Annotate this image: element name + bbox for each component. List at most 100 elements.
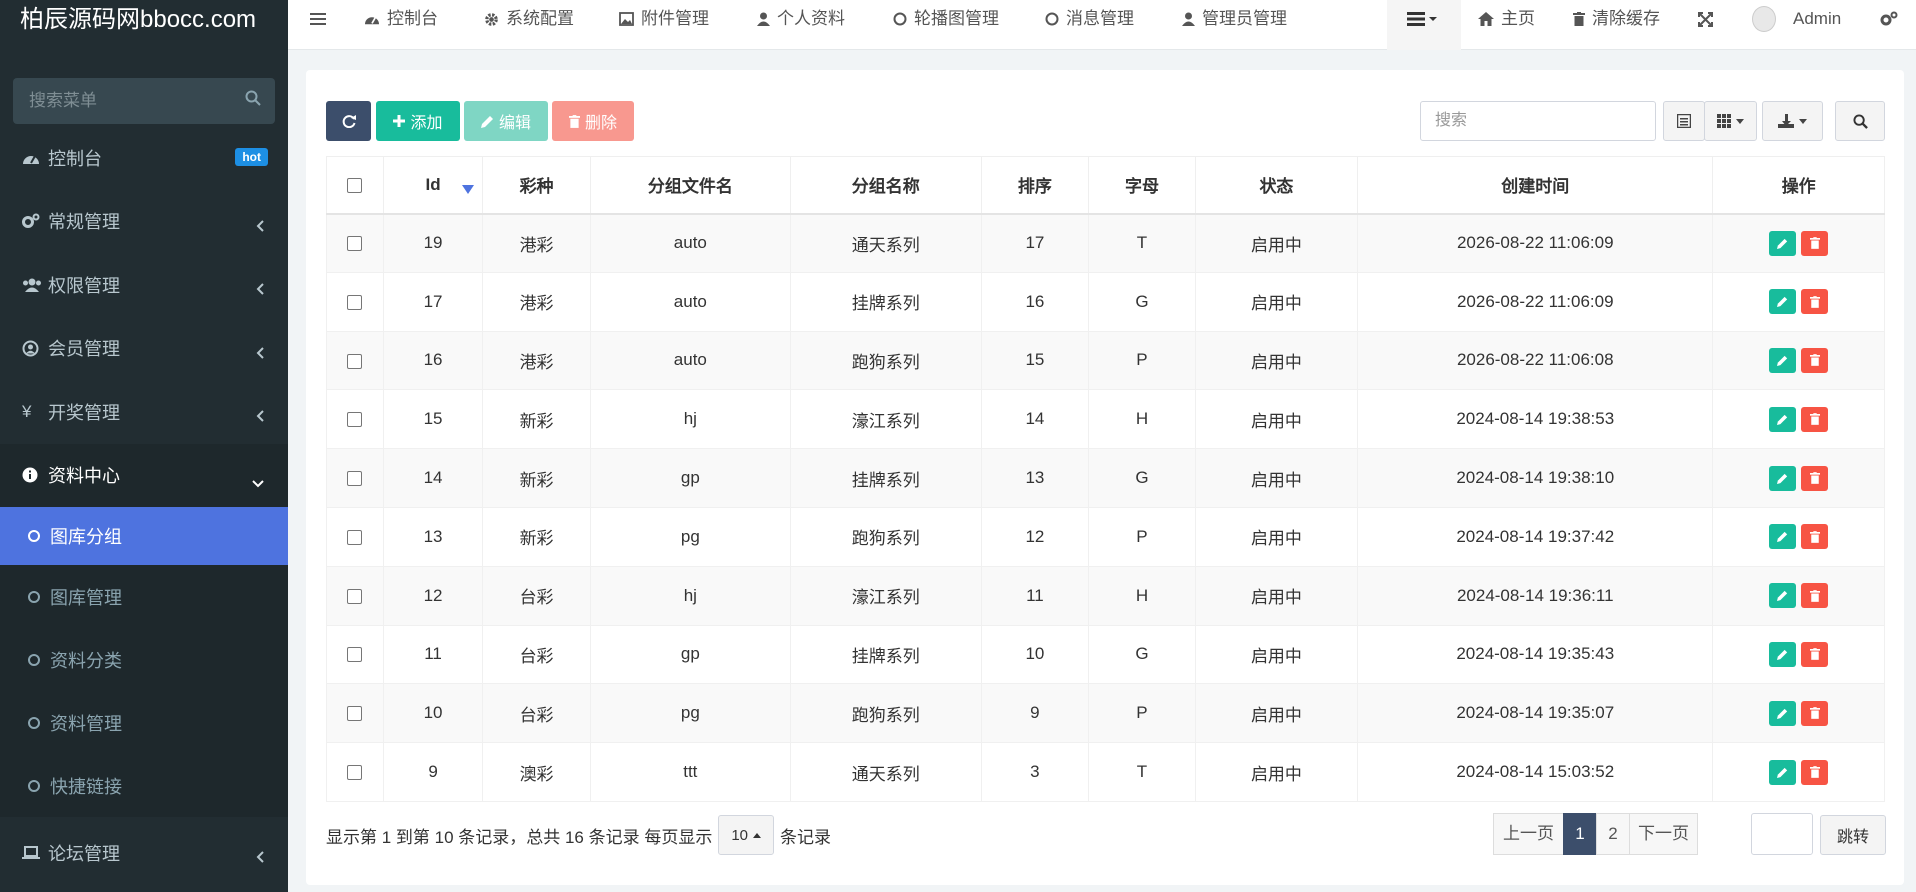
row-delete-button[interactable] (1801, 347, 1829, 373)
table-row[interactable]: 15 新彩 hj 濠江系列 14 H 启用中 2024-08-14 19:38:53 (326, 389, 1885, 450)
row-edit-button[interactable] (1769, 465, 1797, 491)
admin-menu[interactable]: Admin (1752, 0, 1841, 38)
row-checkbox[interactable] (347, 294, 363, 310)
column-header-name[interactable]: 分组名称 (789, 156, 982, 215)
row-checkbox[interactable] (347, 706, 363, 722)
row-edit-button[interactable] (1769, 641, 1797, 667)
file-cell: auto (589, 330, 791, 391)
row-delete-button[interactable] (1801, 700, 1829, 726)
row-checkbox[interactable] (347, 471, 363, 487)
row-checkbox[interactable] (347, 765, 363, 781)
prev-page-button[interactable]: 上一页 (1493, 813, 1564, 855)
lottery-cell: 澳彩 (482, 742, 591, 802)
row-edit-button[interactable] (1769, 700, 1797, 726)
search-icon[interactable] (245, 90, 261, 111)
page-size-dropdown[interactable]: 10 (718, 815, 775, 855)
sidebar-toggle-button[interactable] (310, 0, 326, 38)
sidebar-item-permissions[interactable]: 权限管理 (0, 253, 288, 317)
tab-admins[interactable]: 管理员管理 (1182, 0, 1287, 38)
table-row[interactable]: 10 台彩 pg 跑狗系列 9 P 启用中 2024-08-14 19:35:07 (326, 683, 1885, 744)
home-link[interactable]: 主页 (1478, 0, 1535, 38)
tab-attachments[interactable]: 附件管理 (619, 0, 709, 38)
row-delete-button[interactable] (1801, 406, 1829, 432)
settings-button[interactable] (1880, 0, 1898, 38)
jump-page-input[interactable] (1751, 813, 1813, 855)
row-edit-button[interactable] (1769, 230, 1797, 256)
next-page-button[interactable]: 下一页 (1629, 813, 1698, 855)
table-search-input[interactable] (1420, 101, 1656, 141)
column-header-file[interactable]: 分组文件名 (589, 156, 791, 215)
sidebar-item-dashboard[interactable]: 控制台 hot (0, 126, 288, 190)
sidebar-item-general[interactable]: 常规管理 (0, 190, 288, 254)
row-checkbox[interactable] (347, 529, 363, 545)
row-delete-button[interactable] (1801, 583, 1829, 609)
menu-search-input[interactable] (13, 78, 275, 124)
column-header-created[interactable]: 创建时间 (1357, 156, 1714, 215)
delete-button[interactable]: 删除 (552, 101, 634, 141)
actions-cell (1712, 624, 1885, 685)
trash-icon (1809, 413, 1820, 426)
table-row[interactable]: 17 港彩 auto 挂牌系列 16 G 启用中 2026-08-22 11:06:09 (326, 271, 1885, 332)
table-row[interactable]: 9 澳彩 ttt 通天系列 3 T 启用中 2024-08-14 15:03:52 (326, 742, 1885, 802)
row-edit-button[interactable] (1769, 406, 1797, 432)
row-edit-button[interactable] (1769, 583, 1797, 609)
table-row[interactable]: 14 新彩 gp 挂牌系列 13 G 启用中 2024-08-14 19:38:10 (326, 448, 1885, 508)
multi-tab-toggle-button[interactable] (1387, 0, 1461, 50)
table-row[interactable]: 12 台彩 hj 濠江系列 11 H 启用中 2024-08-14 19:36:11 (326, 565, 1885, 626)
row-delete-button[interactable] (1801, 641, 1829, 667)
row-edit-button[interactable] (1769, 289, 1797, 315)
row-edit-button[interactable] (1769, 347, 1797, 373)
select-all-checkbox[interactable] (347, 177, 363, 193)
column-header-sort[interactable]: 排序 (980, 156, 1090, 215)
row-delete-button[interactable] (1801, 230, 1829, 256)
chevron-left-icon (256, 343, 264, 364)
sidebar-item-members[interactable]: 会员管理 (0, 317, 288, 381)
app-logo[interactable]: 柏辰源码网bbocc.com (0, 0, 288, 40)
search-toggle-button[interactable] (1835, 101, 1885, 141)
tab-system-config[interactable]: 系统配置 (484, 0, 574, 38)
column-header-letter[interactable]: 字母 (1088, 156, 1196, 215)
row-edit-button[interactable] (1769, 524, 1797, 550)
sidebar-item-forum[interactable]: 论坛管理 (0, 821, 288, 885)
sidebar-subitem-data-manage[interactable]: 资料管理 (0, 691, 288, 754)
row-delete-button[interactable] (1801, 465, 1829, 491)
row-checkbox[interactable] (347, 647, 363, 663)
row-delete-button[interactable] (1801, 289, 1829, 315)
page-1-button[interactable]: 1 (1563, 813, 1597, 855)
row-delete-button[interactable] (1801, 759, 1829, 785)
toggle-view-button[interactable] (1663, 101, 1705, 141)
column-header-id[interactable]: Id (382, 156, 484, 215)
sidebar-subitem-gallery-groups[interactable]: 图库分组 (0, 507, 288, 565)
export-button[interactable] (1762, 101, 1823, 141)
tab-dashboard[interactable]: 控制台 (364, 0, 438, 38)
sidebar-subitem-quick-links[interactable]: 快捷链接 (0, 754, 288, 817)
table-row[interactable]: 19 港彩 auto 通天系列 17 T 启用中 2026-08-22 11:06:09 (326, 213, 1885, 273)
edit-button[interactable]: 编辑 (464, 101, 548, 141)
row-edit-button[interactable] (1769, 759, 1797, 785)
row-checkbox[interactable] (347, 236, 363, 252)
jump-button[interactable]: 跳转 (1820, 815, 1886, 855)
add-button[interactable]: 添加 (376, 101, 460, 141)
table-row[interactable]: 16 港彩 auto 跑狗系列 15 P 启用中 2026-08-22 11:06:08 (326, 330, 1885, 391)
tab-messages[interactable]: 消息管理 (1045, 0, 1134, 38)
clear-cache-button[interactable]: 清除缓存 (1573, 0, 1660, 38)
row-delete-button[interactable] (1801, 524, 1829, 550)
tab-profile[interactable]: 个人资料 (757, 0, 845, 38)
table-row[interactable]: 13 新彩 pg 跑狗系列 12 P 启用中 2024-08-14 19:37:42 (326, 506, 1885, 567)
tab-banner[interactable]: 轮播图管理 (893, 0, 999, 38)
column-header-status[interactable]: 状态 (1194, 156, 1359, 215)
row-checkbox[interactable] (347, 412, 363, 428)
columns-button[interactable] (1704, 101, 1757, 141)
fullscreen-button[interactable] (1698, 0, 1713, 38)
page-2-button[interactable]: 2 (1596, 813, 1630, 855)
row-checkbox[interactable] (347, 353, 363, 369)
column-header-lottery[interactable]: 彩种 (482, 156, 591, 215)
table-row[interactable]: 11 台彩 gp 挂牌系列 10 G 启用中 2024-08-14 19:35:43 (326, 624, 1885, 685)
sidebar-subitem-data-category[interactable]: 资料分类 (0, 628, 288, 691)
row-checkbox[interactable] (347, 588, 363, 604)
sidebar-item-data-center[interactable]: 资料中心 (0, 443, 288, 507)
refresh-button[interactable] (326, 101, 371, 141)
sidebar-subitem-gallery-manage[interactable]: 图库管理 (0, 565, 288, 628)
sidebar-item-lottery[interactable]: ¥ 开奖管理 (0, 380, 288, 444)
circle-icon (28, 590, 40, 603)
